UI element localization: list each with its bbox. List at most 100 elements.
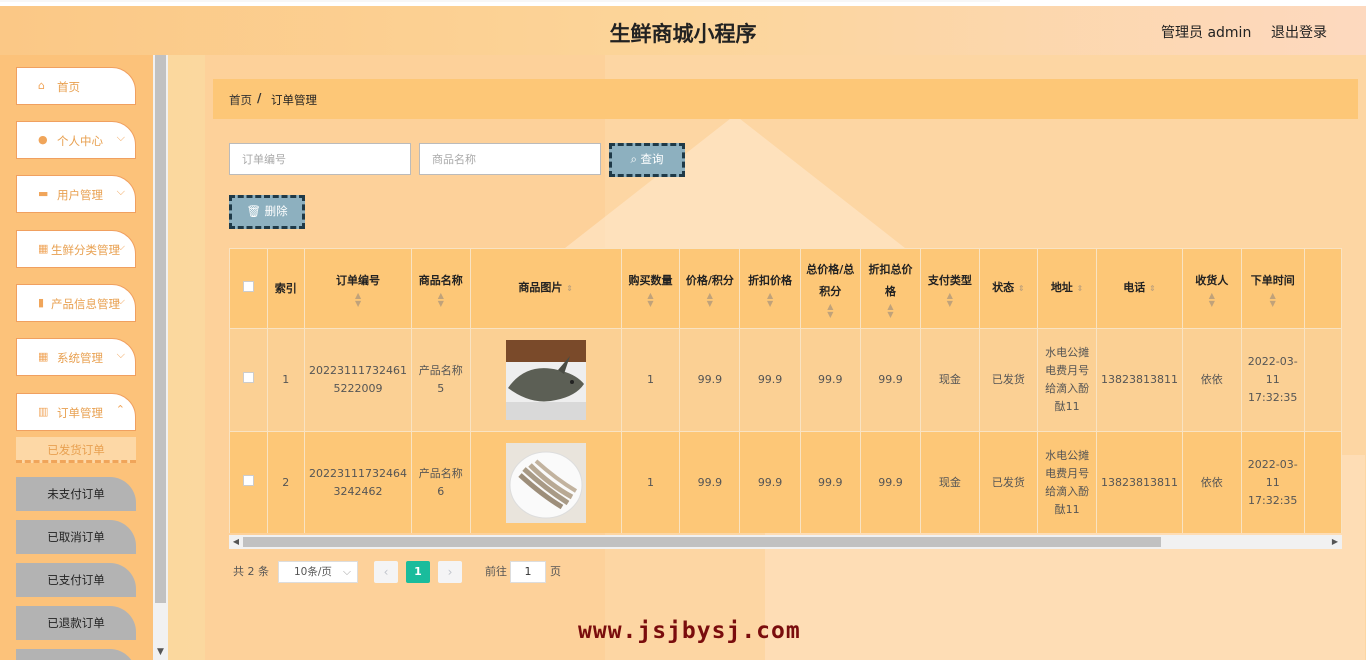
col-header[interactable]: 商品名称 ▲ ▼ <box>411 248 471 329</box>
sidebar-item-label: 首页 <box>57 80 80 94</box>
sort-icon[interactable]: ▲ ▼ <box>805 302 856 319</box>
sidebar-item-system[interactable]: ▦ 系统管理 ⌵ <box>16 338 136 376</box>
product-name-input[interactable] <box>420 144 600 174</box>
sidebar-subitem-cancelled[interactable]: 已取消订单 <box>16 520 136 554</box>
sidebar-subitem-partial[interactable] <box>16 649 136 660</box>
chevron-down-icon: ⌵ <box>116 240 125 253</box>
col-header[interactable]: 状态 ⇕ <box>978 248 1039 329</box>
goto-page-input[interactable]: 1 <box>510 561 546 583</box>
sort-icon[interactable]: ▲ ▼ <box>1246 291 1300 308</box>
sidebar-item-orders[interactable]: ▥ 订单管理 ⌃ <box>16 393 136 431</box>
sort-icon[interactable]: ▲ ▼ <box>684 291 735 308</box>
sort-icon[interactable]: ▲ ▼ <box>744 291 795 308</box>
select-all-cell[interactable] <box>229 248 268 329</box>
app-header: 生鲜商城小程序 管理员 admin 退出登录 <box>0 6 1366 55</box>
cell-index: 2 <box>266 431 306 533</box>
sidebar-item-home[interactable]: ⌂ 首页 <box>16 67 136 105</box>
select-all-checkbox[interactable] <box>242 280 254 292</box>
scroll-down-icon[interactable]: ▼ <box>153 645 168 660</box>
product-name-field[interactable] <box>419 143 601 175</box>
table-row[interactable]: 1 20223111732461 5222009 产品名称5 1 99.9 99… <box>229 328 1342 432</box>
col-header[interactable]: 电话 ⇕ <box>1096 248 1184 329</box>
col-header-label: 收货人 <box>1195 273 1229 287</box>
col-header[interactable]: 折扣价格 ▲ ▼ <box>739 248 801 329</box>
col-header[interactable]: 地址 ⇕ <box>1037 248 1098 329</box>
table-horizontal-scrollbar[interactable]: ◀ ▶ <box>229 535 1342 549</box>
sort-icon[interactable]: ⇕ <box>1149 284 1156 293</box>
sort-icon[interactable]: ⇕ <box>566 284 573 293</box>
query-button[interactable]: ⌕ 查询 <box>609 143 685 177</box>
col-header[interactable]: 总价格/总积分 ▲ ▼ <box>799 248 861 329</box>
prev-page-button[interactable]: ‹ <box>374 561 398 583</box>
scroll-left-icon[interactable]: ◀ <box>229 535 243 549</box>
col-header[interactable]: 订单编号 ▲ ▼ <box>304 248 413 329</box>
cell-image <box>469 328 622 432</box>
delete-button[interactable]: 🗑︎ 删除 <box>229 195 305 229</box>
sidebar-subitem-paid[interactable]: 已支付订单 <box>16 563 136 597</box>
sort-icon[interactable]: ▲ ▼ <box>865 302 916 319</box>
cell-pay-type: 现金 <box>920 431 980 533</box>
cell-discount-price: 99.9 <box>739 328 801 432</box>
page-number-current[interactable]: 1 <box>406 561 430 583</box>
col-header[interactable]: 支付类型 ▲ ▼ <box>920 248 980 329</box>
sidebar-item-label: 产品信息管理 <box>51 297 120 311</box>
sort-icon[interactable]: ▲ ▼ <box>309 291 407 308</box>
breadcrumb: 首页 / 订单管理 <box>213 79 1358 119</box>
row-checkbox[interactable] <box>242 474 254 486</box>
breadcrumb-home[interactable]: 首页 <box>229 92 252 108</box>
briefcase-icon: ▬ <box>38 187 49 200</box>
col-header-label: 折扣总价格 <box>868 262 913 298</box>
logout-link[interactable]: 退出登录 <box>1271 22 1327 42</box>
grid-icon: ▦ <box>38 350 49 363</box>
col-header[interactable]: 购买数量 ▲ ▼ <box>620 248 681 329</box>
col-header[interactable]: 索引 <box>266 248 306 329</box>
col-header[interactable]: 下单时间 ▲ ▼ <box>1240 248 1305 329</box>
chevron-down-icon: ⌵ <box>116 348 125 361</box>
page-size-value: 10条/页 <box>294 566 332 578</box>
col-header[interactable]: 收货人 ▲ ▼ <box>1182 248 1242 329</box>
grid-icon: ▦ <box>38 242 49 255</box>
cell-image <box>469 431 622 533</box>
order-no-input[interactable] <box>230 144 410 174</box>
sidebar-item-users[interactable]: ▬ 用户管理 ⌵ <box>16 175 136 213</box>
sidebar-subitem-refunded[interactable]: 已退款订单 <box>16 606 136 640</box>
goto-label: 前往 <box>485 565 507 578</box>
sidebar-subitem-unpaid[interactable]: 未支付订单 <box>16 477 136 511</box>
table-scroll-thumb[interactable] <box>243 537 1161 547</box>
col-header-label: 商品名称 <box>418 273 463 287</box>
table-row[interactable]: 2 20223111732464 3242462 产品名称6 1 99.9 99… <box>229 431 1342 533</box>
page-size-select[interactable]: 10条/页 ⌵ <box>278 561 358 583</box>
row-select-cell[interactable] <box>229 431 268 533</box>
sort-icon[interactable]: ▲ ▼ <box>416 291 466 308</box>
search-icon: ⌕ <box>630 152 637 166</box>
cell-extra <box>1303 328 1342 432</box>
order-no-field[interactable] <box>229 143 411 175</box>
sidebar-item-profile[interactable]: ● 个人中心 ⌵ <box>16 121 136 159</box>
chevron-right-icon: › <box>447 565 453 579</box>
cell-receiver: 依依 <box>1182 328 1242 432</box>
row-checkbox[interactable] <box>242 372 254 383</box>
sort-icon[interactable]: ▲ ▼ <box>1187 291 1237 308</box>
sidebar-subitem-shipped[interactable]: 已发货订单 <box>16 437 136 463</box>
chevron-down-icon: ⌵ <box>343 566 351 578</box>
chevron-down-icon: ⌵ <box>116 185 125 198</box>
sidebar-item-products[interactable]: ▮ 产品信息管理 ⌵ <box>16 284 136 322</box>
sidebar-item-categories[interactable]: ▦ 生鲜分类管理 ⌵ <box>16 230 136 268</box>
cell-status: 已发货 <box>978 328 1039 432</box>
watermark: www.jsjbysj.com <box>578 618 801 644</box>
next-page-button[interactable]: › <box>438 561 462 583</box>
col-header[interactable]: 折扣总价格 ▲ ▼ <box>859 248 922 329</box>
trash-icon: 🗑︎ <box>246 204 261 218</box>
sidebar-scroll-thumb[interactable] <box>155 55 166 603</box>
sort-icon[interactable]: ▲ ▼ <box>626 291 676 308</box>
sort-icon[interactable]: ⇕ <box>1018 284 1025 293</box>
row-select-cell[interactable] <box>229 328 268 432</box>
sort-icon[interactable]: ⇕ <box>1077 284 1084 293</box>
scroll-right-icon[interactable]: ▶ <box>1328 535 1342 549</box>
col-header-label: 折扣价格 <box>748 273 793 287</box>
col-header[interactable]: 价格/积分 ▲ ▼ <box>679 248 741 329</box>
col-header-label: 总价格/总积分 <box>806 262 855 298</box>
col-header[interactable]: 商品图片 ⇕ <box>469 248 622 329</box>
sort-icon[interactable]: ▲ ▼ <box>925 291 975 308</box>
sidebar-item-label: 用户管理 <box>57 188 103 202</box>
